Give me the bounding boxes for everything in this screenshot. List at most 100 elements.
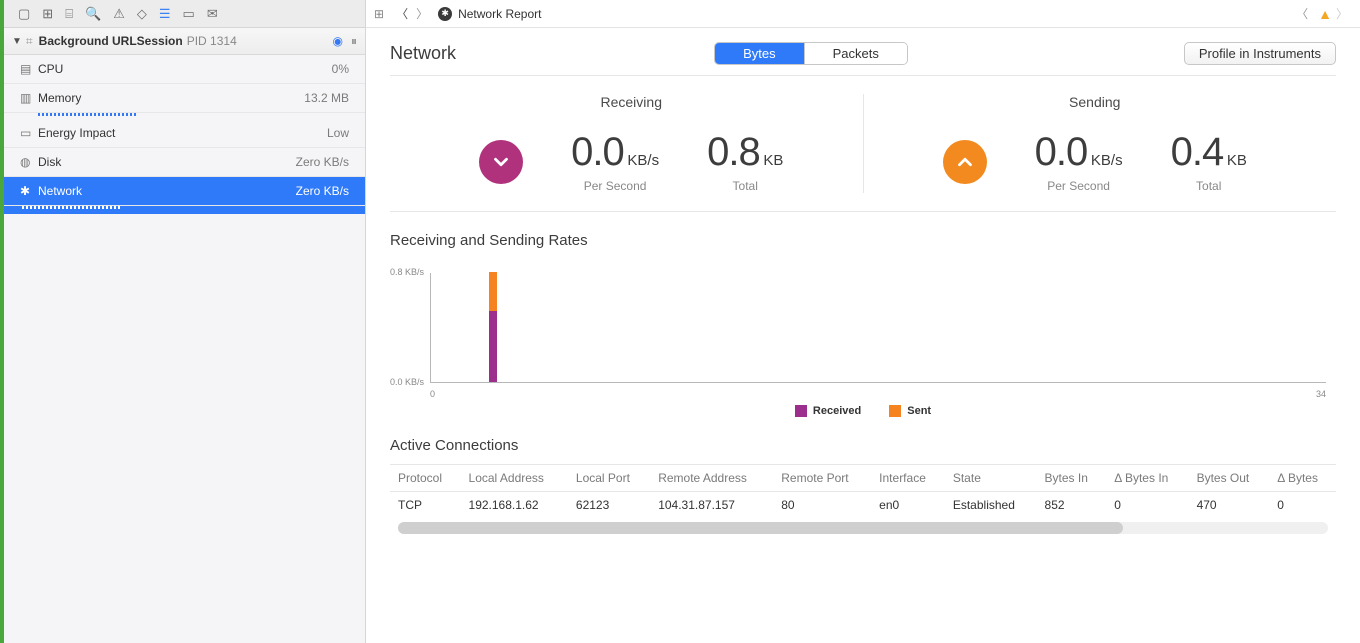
table-cell: 0	[1269, 492, 1336, 519]
breakpoints-icon[interactable]: ▭	[183, 6, 195, 22]
app-icon: ⌗	[26, 34, 33, 49]
table-header-cell[interactable]: Local Port	[568, 465, 650, 492]
receiving-stats: Receiving 0.0 KB/s Per Second 0.8 KB Tot…	[400, 94, 863, 193]
search-icon[interactable]: 🔍	[85, 6, 101, 22]
sidebar-item-network[interactable]: ✱ Network Zero KB/s	[4, 177, 365, 206]
table-cell: 62123	[568, 492, 650, 519]
send-total-label: Total	[1171, 179, 1247, 193]
table-header-cell[interactable]: Local Address	[461, 465, 568, 492]
hierarchy-icon[interactable]: ⌸	[65, 6, 73, 22]
send-total: 0.4 KB Total	[1171, 130, 1247, 193]
tab-packets[interactable]: Packets	[804, 43, 907, 64]
table-header-cell[interactable]: Protocol	[390, 465, 461, 492]
sidebar-item-value: Zero KB/s	[296, 155, 349, 169]
sidebar-item-value: 0%	[332, 62, 349, 76]
symbol-icon[interactable]: ⊞	[42, 6, 53, 22]
warning-icon[interactable]: ▲	[1318, 6, 1332, 22]
table-header-cell[interactable]: State	[945, 465, 1037, 492]
tests-icon[interactable]: ◇	[137, 6, 147, 22]
nav-next-issue-icon[interactable]: 〉	[1332, 5, 1352, 22]
network-stats-row: Receiving 0.0 KB/s Per Second 0.8 KB Tot…	[390, 76, 1336, 212]
debug-navigator-sidebar: ▢ ⊞ ⌸ 🔍 ⚠ ◇ ☰ ▭ ✉ ▼ ⌗ Background URLSess…	[4, 0, 366, 643]
page-title: Network	[390, 43, 456, 64]
memory-icon: ▥	[20, 91, 38, 105]
recv-total: 0.8 KB Total	[707, 130, 783, 193]
table-cell: 0	[1106, 492, 1188, 519]
chart-x-tick-max: 34	[1316, 389, 1326, 399]
rates-chart: 0.8 KB/s 0.0 KB/s 0 34	[430, 259, 1326, 399]
send-rate-value: 0.0	[1035, 130, 1088, 174]
table-header-cell[interactable]: Remote Address	[650, 465, 773, 492]
chart-y-tick-top: 0.8 KB/s	[390, 267, 424, 277]
report-globe-icon: ✱	[438, 7, 452, 21]
connections-section-title: Active Connections	[390, 437, 1336, 454]
bytes-packets-segmented: Bytes Packets	[714, 42, 908, 65]
process-pid: PID 1314	[187, 34, 237, 48]
rates-section-title: Receiving and Sending Rates	[390, 232, 1336, 249]
profile-in-instruments-button[interactable]: Profile in Instruments	[1184, 42, 1336, 65]
table-row[interactable]: TCP192.168.1.6262123104.31.87.15780en0Es…	[390, 492, 1336, 519]
issues-icon[interactable]: ⚠	[113, 6, 125, 22]
sidebar-item-label: CPU	[38, 62, 332, 76]
send-rate-unit: KB/s	[1091, 152, 1123, 169]
recv-rate-unit: KB/s	[627, 152, 659, 169]
send-total-unit: KB	[1227, 152, 1247, 169]
memory-sparkline	[20, 113, 349, 119]
sidebar-item-value: Low	[327, 126, 349, 140]
sidebar-item-value: Zero KB/s	[296, 184, 349, 198]
network-icon: ✱	[20, 184, 38, 198]
horizontal-scrollbar[interactable]	[398, 522, 1328, 534]
report-page: Network Bytes Packets Profile in Instrum…	[366, 28, 1360, 643]
chart-legend: Received Sent	[390, 405, 1336, 417]
chart-x-tick-min: 0	[430, 389, 435, 399]
table-header-cell[interactable]: Remote Port	[773, 465, 871, 492]
nav-back-icon[interactable]: 〈	[392, 5, 412, 22]
sidebar-item-memory[interactable]: ▥ Memory 13.2 MB	[4, 84, 365, 113]
jump-bar: ⊞ 〈 〉 ✱ Network Report 〈 ▲ 〉	[366, 0, 1360, 28]
debug-icon[interactable]: ☰	[159, 6, 171, 22]
nav-forward-icon[interactable]: 〉	[412, 5, 432, 22]
table-cell: 470	[1189, 492, 1270, 519]
send-total-value: 0.4	[1171, 130, 1224, 174]
gauge-icon[interactable]: ◉	[333, 34, 343, 48]
process-name: Background URLSession	[39, 34, 183, 48]
pause-icon[interactable]: ⏸	[351, 34, 357, 49]
table-header-row: ProtocolLocal AddressLocal PortRemote Ad…	[390, 465, 1336, 492]
table-header-cell[interactable]: Bytes Out	[1189, 465, 1270, 492]
recv-total-unit: KB	[763, 152, 783, 169]
disclosure-triangle-icon[interactable]: ▼	[12, 36, 22, 47]
receiving-heading: Receiving	[601, 94, 662, 110]
table-header-cell[interactable]: Δ Bytes In	[1106, 465, 1188, 492]
recv-rate-value: 0.0	[571, 130, 624, 174]
table-cell: TCP	[390, 492, 461, 519]
related-items-icon[interactable]: ⊞	[374, 7, 384, 21]
breadcrumb-title[interactable]: Network Report	[458, 7, 541, 21]
send-rate-label: Per Second	[1035, 179, 1123, 193]
editor-main: ⊞ 〈 〉 ✱ Network Report 〈 ▲ 〉 Network Byt…	[366, 0, 1360, 643]
table-header-cell[interactable]: Bytes In	[1037, 465, 1107, 492]
chart-bar-sent	[489, 272, 497, 311]
connections-table: ProtocolLocal AddressLocal PortRemote Ad…	[390, 464, 1336, 534]
sending-heading: Sending	[1069, 94, 1120, 110]
recv-rate: 0.0 KB/s Per Second	[571, 130, 659, 193]
sidebar-item-energy[interactable]: ▭ Energy Impact Low	[4, 119, 365, 148]
tab-bytes[interactable]: Bytes	[715, 43, 804, 64]
table-header-cell[interactable]: Interface	[871, 465, 945, 492]
sidebar-item-label: Memory	[38, 91, 304, 105]
sidebar-item-cpu[interactable]: ▤ CPU 0%	[4, 55, 365, 84]
network-sparkline	[4, 206, 365, 214]
chart-bar-received	[489, 311, 497, 383]
reports-icon[interactable]: ✉	[207, 6, 218, 22]
sidebar-item-disk[interactable]: ◍ Disk Zero KB/s	[4, 148, 365, 177]
folder-icon[interactable]: ▢	[18, 6, 30, 22]
nav-prev-issue-icon[interactable]: 〈	[1292, 5, 1312, 22]
report-header: Network Bytes Packets Profile in Instrum…	[390, 42, 1336, 65]
cpu-icon: ▤	[20, 62, 38, 76]
chart-plot-area	[430, 273, 1326, 383]
sending-stats: Sending 0.0 KB/s Per Second 0.4 KB Total	[863, 94, 1327, 193]
send-rate: 0.0 KB/s Per Second	[1035, 130, 1123, 193]
table-cell: Established	[945, 492, 1037, 519]
table-header-cell[interactable]: Δ Bytes	[1269, 465, 1336, 492]
process-header[interactable]: ▼ ⌗ Background URLSession PID 1314 ◉ ⏸	[4, 28, 365, 55]
energy-icon: ▭	[20, 126, 38, 140]
